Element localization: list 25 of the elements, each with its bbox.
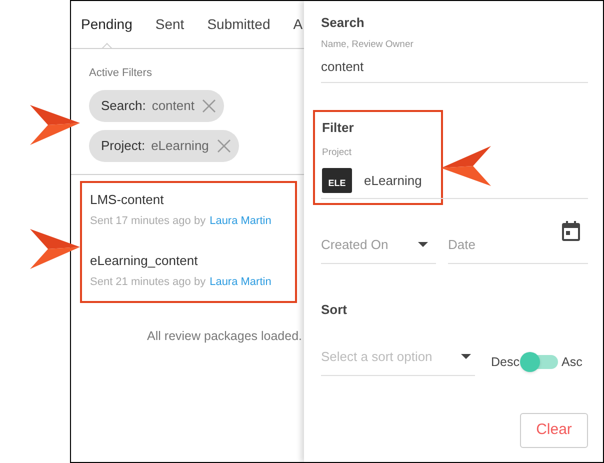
section-heading: Filter bbox=[322, 119, 355, 138]
filter-chip[interactable]: Project: eLearning bbox=[89, 130, 239, 162]
sent-info: Sent 21 minutes ago by bbox=[90, 275, 206, 290]
chip-value: eLearning bbox=[151, 136, 209, 155]
tab[interactable]: Submitted bbox=[207, 1, 270, 48]
project-name[interactable]: eLearning bbox=[364, 170, 422, 190]
section-heading: Sort bbox=[321, 300, 348, 318]
sent-info: Sent 17 minutes ago by bbox=[90, 214, 206, 229]
section-label: Active Filters bbox=[89, 66, 152, 81]
filter-chip[interactable]: Search: content bbox=[89, 90, 224, 122]
tab[interactable]: Sent bbox=[155, 1, 184, 48]
search-field[interactable]: Name, Review Owner content bbox=[321, 38, 588, 84]
status-text: All review packages loaded. bbox=[147, 328, 302, 345]
tab[interactable]: A bbox=[293, 1, 303, 48]
chip-label: Project: bbox=[101, 136, 146, 155]
toggle-label: Asc bbox=[561, 354, 582, 371]
section-heading: Search bbox=[321, 14, 366, 32]
field-label: Project bbox=[322, 146, 353, 160]
chip-value: content bbox=[152, 96, 194, 115]
tab[interactable]: Pending bbox=[81, 1, 132, 48]
toggle-label: Desc bbox=[491, 354, 520, 371]
folder-icon: ELE bbox=[322, 168, 352, 193]
chip-label: Search: bbox=[101, 96, 146, 115]
package-name[interactable]: LMS-content bbox=[90, 190, 295, 209]
package-name[interactable]: eLearning_content bbox=[90, 250, 295, 270]
